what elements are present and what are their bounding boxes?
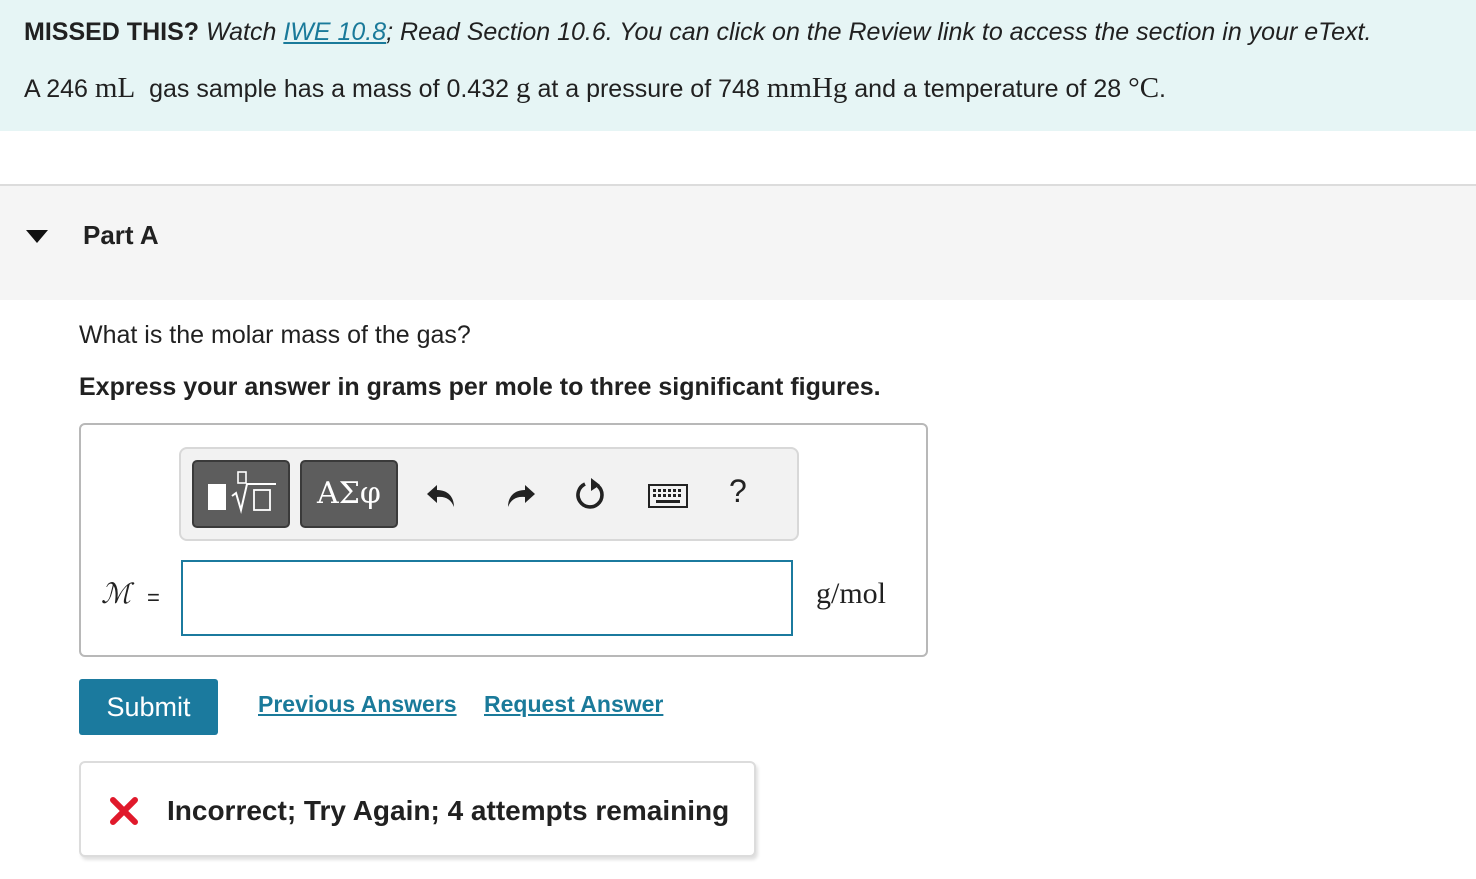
part-title: Part A xyxy=(83,220,159,250)
question-text: What is the molar mass of the gas? xyxy=(79,321,471,349)
variable-label: ℳ xyxy=(101,577,131,610)
incorrect-x-icon xyxy=(110,797,138,825)
missed-label: MISSED THIS? xyxy=(24,18,200,46)
help-icon[interactable]: ? xyxy=(729,473,769,513)
watch-prefix: Watch xyxy=(205,18,277,46)
problem-mid2: at a pressure of 748 xyxy=(537,75,760,103)
symbols-button[interactable]: ΑΣφ xyxy=(300,460,398,528)
pressure-unit: mmHg xyxy=(766,72,848,104)
part-header[interactable]: Part A xyxy=(0,184,1476,300)
hint-banner: MISSED THIS? Watch IWE 10.8; Read Sectio… xyxy=(0,0,1476,131)
volume-unit: mL xyxy=(94,72,136,104)
redo-icon[interactable] xyxy=(499,475,539,515)
collapse-caret-icon[interactable] xyxy=(26,230,48,243)
symbols-label: ΑΣφ xyxy=(317,476,381,511)
templates-button[interactable] xyxy=(192,460,290,528)
problem-end: . xyxy=(1159,75,1166,103)
problem-statement: A 246 mL gas sample has a mass of 0.432 … xyxy=(24,72,1166,105)
hint-rest: ; Read Section 10.6. You can click on th… xyxy=(386,18,1372,46)
answer-box: ΑΣφ ? ℳ = g/mol xyxy=(79,423,928,657)
problem-mid1: gas sample has a mass of 0.432 xyxy=(149,75,510,103)
previous-answers-link[interactable]: Previous Answers xyxy=(258,691,457,718)
mass-unit: g xyxy=(515,72,531,104)
undo-icon[interactable] xyxy=(423,475,463,515)
hint-line: MISSED THIS? Watch IWE 10.8; Read Sectio… xyxy=(24,18,1371,47)
answer-input[interactable] xyxy=(181,560,793,636)
submit-button[interactable]: Submit xyxy=(79,679,218,735)
feedback-text: Incorrect; Try Again; 4 attempts remaini… xyxy=(167,795,730,826)
templates-icon xyxy=(208,471,276,514)
reset-icon[interactable] xyxy=(571,475,611,515)
math-toolbar: ΑΣφ ? xyxy=(179,447,799,541)
keyboard-icon[interactable] xyxy=(647,475,691,515)
iwe-link[interactable]: IWE 10.8 xyxy=(283,18,386,46)
feedback-box: Incorrect; Try Again; 4 attempts remaini… xyxy=(79,761,756,857)
unit-label: g/mol xyxy=(816,577,887,610)
request-answer-link[interactable]: Request Answer xyxy=(484,691,663,718)
equals-sign: = xyxy=(147,585,160,610)
problem-pre: A 246 xyxy=(24,75,88,103)
temp-unit: °C xyxy=(1128,72,1160,104)
instruction-text: Express your answer in grams per mole to… xyxy=(79,373,881,401)
problem-mid3: and a temperature of 28 xyxy=(854,75,1122,103)
